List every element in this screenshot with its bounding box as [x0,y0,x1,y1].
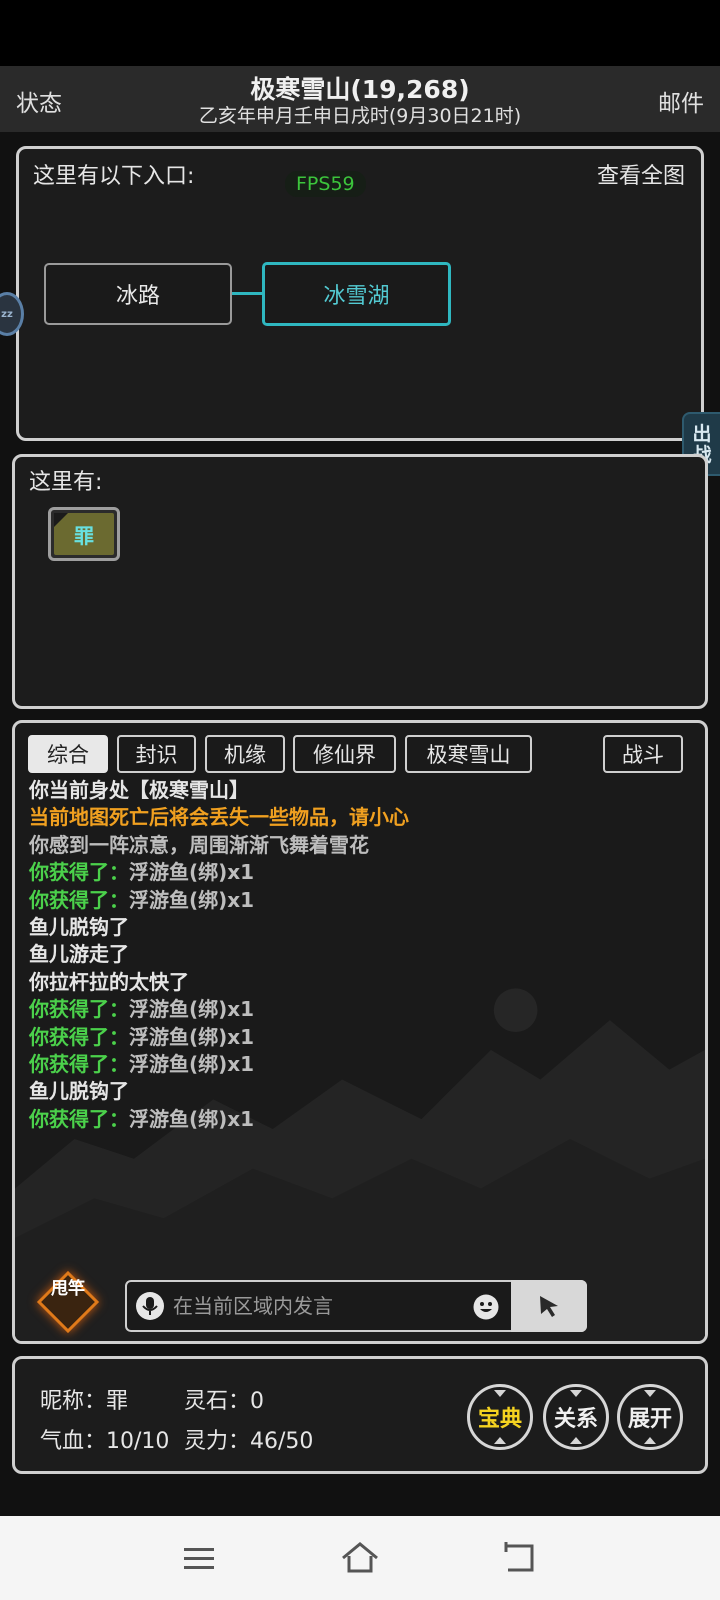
log-text: 浮游鱼(绑)x1 [129,997,255,1022]
chat-log-line: 鱼儿游走了 [29,941,689,968]
chat-input-bar [125,1280,587,1332]
chat-log-line: 你拉杆拉的太快了 [29,969,689,996]
expand-label: 展开 [627,1407,672,1432]
game-date-time: 乙亥年申月壬申日戌时(9月30日21时) [198,105,522,127]
menu-icon[interactable] [180,1540,220,1576]
hp-value: 10/10 [106,1429,170,1454]
gain-prefix: 你获得了： [29,887,129,912]
chat-log-line: 鱼儿脱钩了 [29,1078,689,1105]
relations-button[interactable]: 关系 [543,1384,609,1450]
nickname-stat: 昵称：罪 [40,1383,128,1415]
log-text: 浮游鱼(绑)x1 [129,1106,255,1131]
player-token[interactable]: 罪 [48,507,120,561]
chat-log-line: 鱼儿脱钩了 [29,914,689,941]
fps-counter: FPS59 [285,171,366,197]
home-icon[interactable] [340,1540,380,1576]
codex-button[interactable]: 宝典 [467,1384,533,1450]
log-text: 你拉杆拉的太快了 [29,969,189,994]
hp-stat: 气血：10/10 [40,1423,169,1455]
chat-log-line: 你当前身处【极寒雪山】 [29,777,689,804]
send-cursor-icon [540,1296,558,1317]
player-token-name: 罪 [74,523,94,548]
log-text: 浮游鱼(绑)x1 [129,1024,255,1049]
chat-log-line: 你感到一阵凉意，周围渐渐飞舞着雪花 [29,832,689,859]
room-connector [232,292,262,295]
exits-panel: 这里有以下入口: FPS59 查看全图 冰路 冰雪湖 [16,146,704,441]
gain-prefix: 你获得了： [29,860,129,885]
chat-log-line: 你获得了：浮游鱼(绑)x1 [29,1051,689,1078]
room-ice-lake-current[interactable]: 冰雪湖 [262,262,451,326]
chat-panel: 综合 封识 机缘 修仙界 极寒雪山 战斗 你当前身处【极寒雪山】当前地图死亡后将… [12,720,708,1344]
tab-fortune[interactable]: 机缘 [205,735,285,773]
log-text: 浮游鱼(绑)x1 [129,860,255,885]
gain-prefix: 你获得了： [29,1106,129,1131]
chat-log-line: 你获得了：浮游鱼(绑)x1 [29,887,689,914]
gain-prefix: 你获得了： [29,1024,129,1049]
room-ice-road[interactable]: 冰路 [44,263,232,325]
chat-log: 你当前身处【极寒雪山】当前地图死亡后将会丢失一些物品，请小心 你感到一阵凉意，周围… [29,777,689,1133]
exits-label: 这里有以下入口: [33,164,195,189]
spirit-stone-label: 灵石： [184,1389,251,1414]
tab-general[interactable]: 综合 [28,735,108,773]
log-text: 鱼儿游走了 [29,942,129,967]
spirit-stone-stat: 灵石：0 [184,1383,264,1415]
tab-local-area[interactable]: 极寒雪山 [405,735,532,773]
codex-label: 宝典 [477,1407,522,1432]
microphone-icon[interactable] [135,1291,165,1321]
system-nav-bar [0,1516,720,1600]
player-token-face: 罪 [54,513,114,555]
mana-label: 灵力： [184,1429,251,1454]
cast-rod-button[interactable]: 甩竿 [36,1270,100,1334]
log-text: 当前地图死亡后将会丢失一些物品，请小心 [29,805,409,830]
tab-sect[interactable]: 封识 [117,735,196,773]
token-corner [54,513,68,527]
back-icon[interactable] [500,1540,540,1576]
chat-tabs: 综合 封识 机缘 修仙界 极寒雪山 战斗 [28,735,698,777]
game-main: 这里有以下入口: FPS59 查看全图 冰路 冰雪湖 zz 出战 这里有: 罪 … [0,132,720,1516]
log-text: 鱼儿脱钩了 [29,1079,129,1104]
hp-label: 气血： [40,1429,107,1454]
tick-top [570,1390,582,1397]
expand-button[interactable]: 展开 [617,1384,683,1450]
mana-stat: 灵力：46/50 [184,1423,313,1455]
nickname-label: 昵称： [40,1389,107,1414]
chat-log-line: 你获得了：浮游鱼(绑)x1 [29,1106,689,1133]
presence-panel: 这里有: 罪 [12,454,708,709]
log-text: 你当前身处【极寒雪山】 [29,778,249,802]
emoji-icon[interactable] [472,1293,500,1321]
gain-prefix: 你获得了： [29,1052,129,1077]
presence-label: 这里有: [29,470,103,495]
chat-log-line: 当前地图死亡后将会丢失一些物品，请小心 [29,804,689,831]
tick-top [644,1390,656,1397]
status-bar [0,0,720,66]
tick-bottom [570,1437,582,1444]
chat-message-input[interactable] [173,1290,463,1322]
log-text: 浮游鱼(绑)x1 [129,1052,255,1077]
chat-log-line: 你获得了：浮游鱼(绑)x1 [29,1024,689,1051]
cast-rod-label: 甩竿 [51,1279,85,1299]
chat-log-line: 你获得了：浮游鱼(绑)x1 [29,996,689,1023]
gain-prefix: 你获得了： [29,997,129,1022]
tab-cultivation-world[interactable]: 修仙界 [293,735,396,773]
spirit-stone-value: 0 [250,1389,265,1414]
chat-log-line: 你获得了：浮游鱼(绑)x1 [29,859,689,886]
send-button[interactable] [511,1280,587,1332]
mail-button[interactable]: 邮件 [658,84,704,118]
tick-bottom [494,1437,506,1444]
tick-bottom [644,1437,656,1444]
log-text: 浮游鱼(绑)x1 [129,887,255,912]
relations-label: 关系 [553,1407,598,1432]
player-stats-panel: 昵称：罪 灵石：0 气血：10/10 灵力：46/50 宝典 关系 展开 [12,1356,708,1474]
mana-value: 46/50 [250,1429,314,1454]
log-text: 鱼儿脱钩了 [29,915,129,940]
tab-battle[interactable]: 战斗 [603,735,683,773]
log-text: 你感到一阵凉意，周围渐渐飞舞着雪花 [29,832,369,857]
top-header: 状态 极寒雪山(19,268) 乙亥年申月壬申日戌时(9月30日21时) 邮件 [0,66,720,132]
tick-top [494,1390,506,1397]
nickname-value: 罪 [106,1389,129,1414]
view-full-map-button[interactable]: 查看全图 [597,158,685,190]
